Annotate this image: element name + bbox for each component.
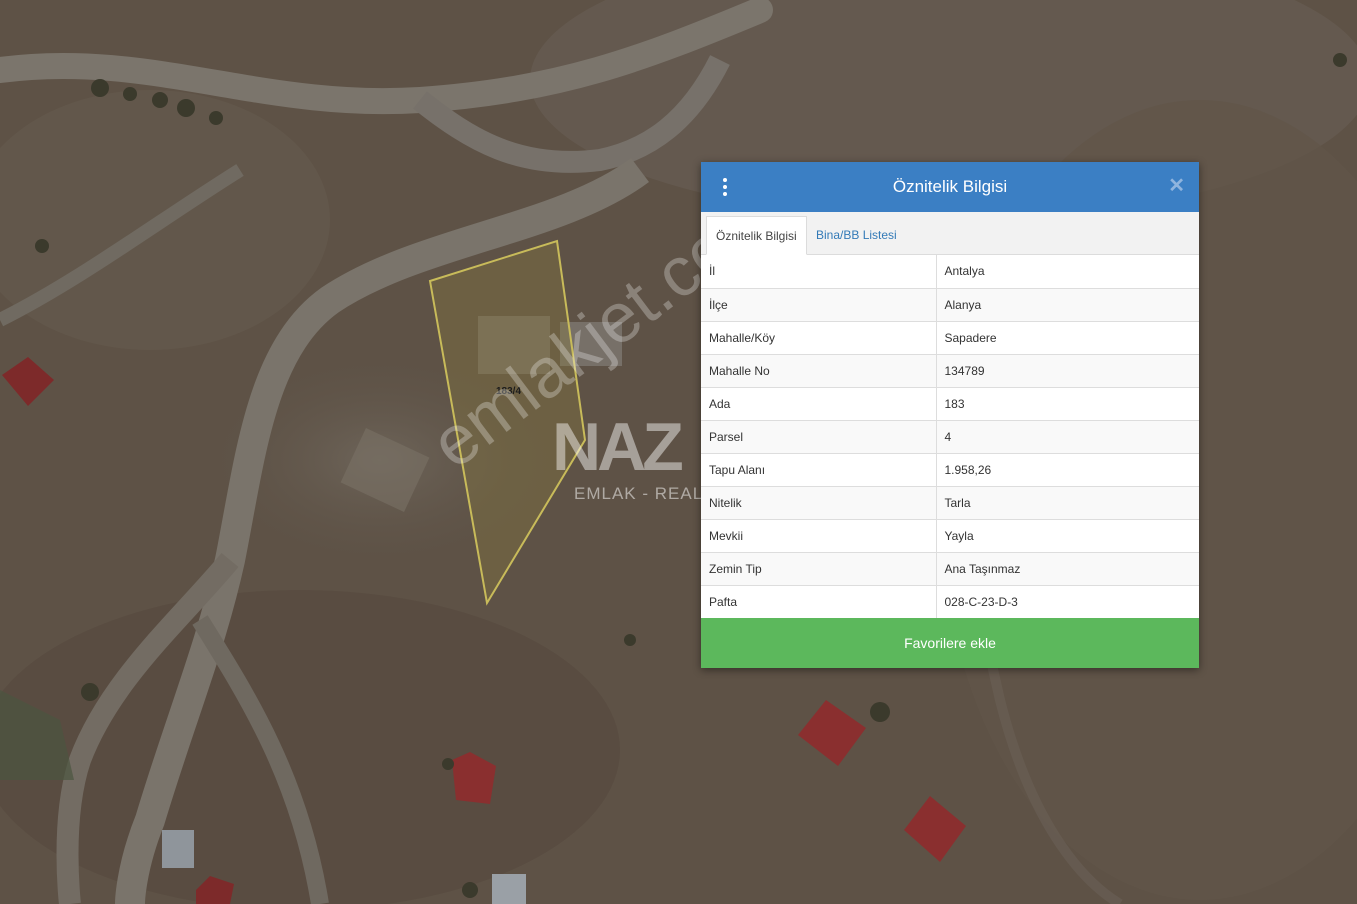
row-value: 183 — [936, 386, 1199, 420]
row-key: Zemin Tip — [701, 551, 937, 585]
watermark-brand: NAZ — [552, 409, 684, 485]
close-icon[interactable]: ✕ — [1168, 176, 1185, 196]
table-row: Nitelik Tarla — [701, 485, 1199, 519]
more-vertical-icon[interactable] — [719, 178, 731, 196]
table-row: İl Antalya — [701, 255, 1199, 288]
table-row: Mahalle No 134789 — [701, 353, 1199, 387]
row-key: Nitelik — [701, 485, 937, 519]
row-key: İlçe — [701, 287, 937, 321]
row-value: 134789 — [936, 353, 1199, 387]
row-value: Alanya — [936, 287, 1199, 321]
row-value: Ana Taşınmaz — [936, 551, 1199, 585]
attribute-table: İl Antalya İlçe Alanya Mahalle/Köy Sapad… — [701, 255, 1199, 618]
row-key: Parsel — [701, 419, 937, 453]
tab-building-list[interactable]: Bina/BB Listesi — [807, 216, 906, 254]
row-value: Antalya — [944, 264, 985, 279]
row-value: Sapadere — [936, 320, 1199, 354]
row-key: İl — [701, 255, 937, 288]
row-key: Mahalle No — [701, 353, 937, 387]
row-value: Tarla — [936, 485, 1199, 519]
row-value: 1.958,26 — [936, 452, 1199, 486]
panel-header: Öznitelik Bilgisi ✕ — [701, 162, 1199, 212]
attribute-panel: Öznitelik Bilgisi ✕ Öznitelik Bilgisi Bi… — [701, 162, 1199, 668]
add-favorite-button[interactable]: Favorilere ekle — [701, 618, 1199, 668]
row-value: Yayla — [936, 518, 1199, 552]
row-key: Mevkii — [701, 518, 937, 552]
row-key: Mahalle/Köy — [701, 320, 937, 354]
table-row: Ada 183 — [701, 386, 1199, 420]
table-row: İlçe Alanya — [701, 287, 1199, 321]
row-value: 4 — [936, 419, 1199, 453]
panel-title: Öznitelik Bilgisi — [892, 177, 1008, 196]
table-row: Zemin Tip Ana Taşınmaz — [701, 551, 1199, 585]
row-key: Pafta — [701, 584, 937, 618]
tab-bar: Öznitelik Bilgisi Bina/BB Listesi — [701, 212, 1199, 255]
watermark-subtitle: EMLAK - REAL — [574, 484, 704, 503]
row-value: 028-C-23-D-3 — [936, 584, 1199, 618]
row-key: Tapu Alanı — [701, 452, 937, 486]
tab-attribute-info[interactable]: Öznitelik Bilgisi — [706, 216, 807, 255]
table-row: Mevkii Yayla — [701, 518, 1199, 552]
table-row: Tapu Alanı 1.958,26 — [701, 452, 1199, 486]
table-row: Parsel 4 — [701, 419, 1199, 453]
table-row: Pafta 028-C-23-D-3 — [701, 584, 1199, 618]
row-key: Ada — [701, 386, 937, 420]
table-row: Mahalle/Köy Sapadere — [701, 320, 1199, 354]
